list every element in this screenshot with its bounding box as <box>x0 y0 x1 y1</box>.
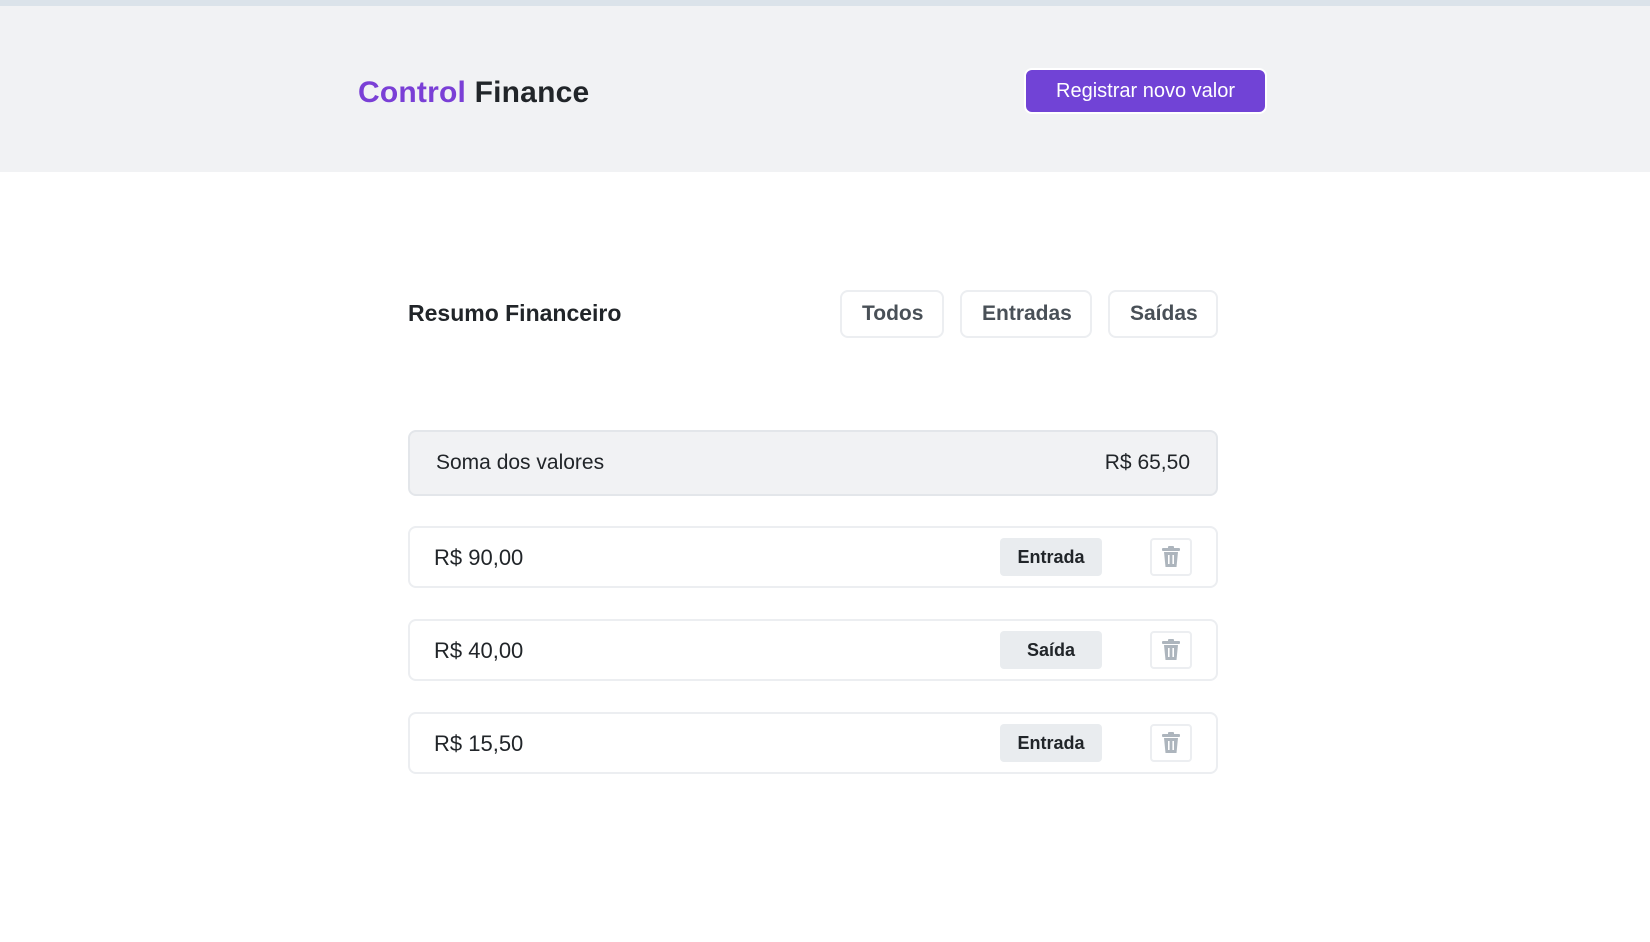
trash-icon <box>1162 546 1180 567</box>
entry-item: R$ 40,00 Saída <box>408 619 1218 681</box>
trash-icon <box>1162 639 1180 660</box>
logo-text: Finance <box>474 76 590 109</box>
filter-group: Todos Entradas Saídas <box>840 290 1218 338</box>
entry-item: R$ 90,00 Entrada <box>408 526 1218 588</box>
entry-value: R$ 40,00 <box>434 638 524 663</box>
summary-title: Resumo Financeiro <box>408 300 622 326</box>
filter-expenses-button[interactable]: Saídas <box>1108 290 1218 338</box>
app-logo: Control Finance <box>358 76 589 110</box>
summary-header: Resumo Financeiro Todos Entradas Saídas <box>408 288 1218 338</box>
entries-list: R$ 90,00 Entrada R$ 40,00 Saída R$ 15,50… <box>408 526 1218 805</box>
total-summary-card: Soma dos valores R$ 65,50 <box>408 430 1218 496</box>
total-value: R$ 65,50 <box>1104 451 1190 474</box>
register-new-value-button[interactable]: Registrar novo valor <box>1024 68 1267 114</box>
delete-entry-button[interactable] <box>1150 724 1192 762</box>
trash-icon <box>1162 732 1180 753</box>
logo-accent-text: Control <box>358 76 467 109</box>
entry-type-badge: Saída <box>1000 631 1102 669</box>
app-header: Control Finance Registrar novo valor <box>0 6 1650 172</box>
entry-value: R$ 15,50 <box>434 731 524 756</box>
entry-type-badge: Entrada <box>1000 724 1102 762</box>
total-label: Soma dos valores <box>436 451 605 474</box>
entry-item: R$ 15,50 Entrada <box>408 712 1218 774</box>
delete-entry-button[interactable] <box>1150 631 1192 669</box>
entry-value: R$ 90,00 <box>434 545 524 570</box>
filter-all-button[interactable]: Todos <box>840 290 944 338</box>
delete-entry-button[interactable] <box>1150 538 1192 576</box>
filter-incomes-button[interactable]: Entradas <box>960 290 1092 338</box>
entry-type-badge: Entrada <box>1000 538 1102 576</box>
